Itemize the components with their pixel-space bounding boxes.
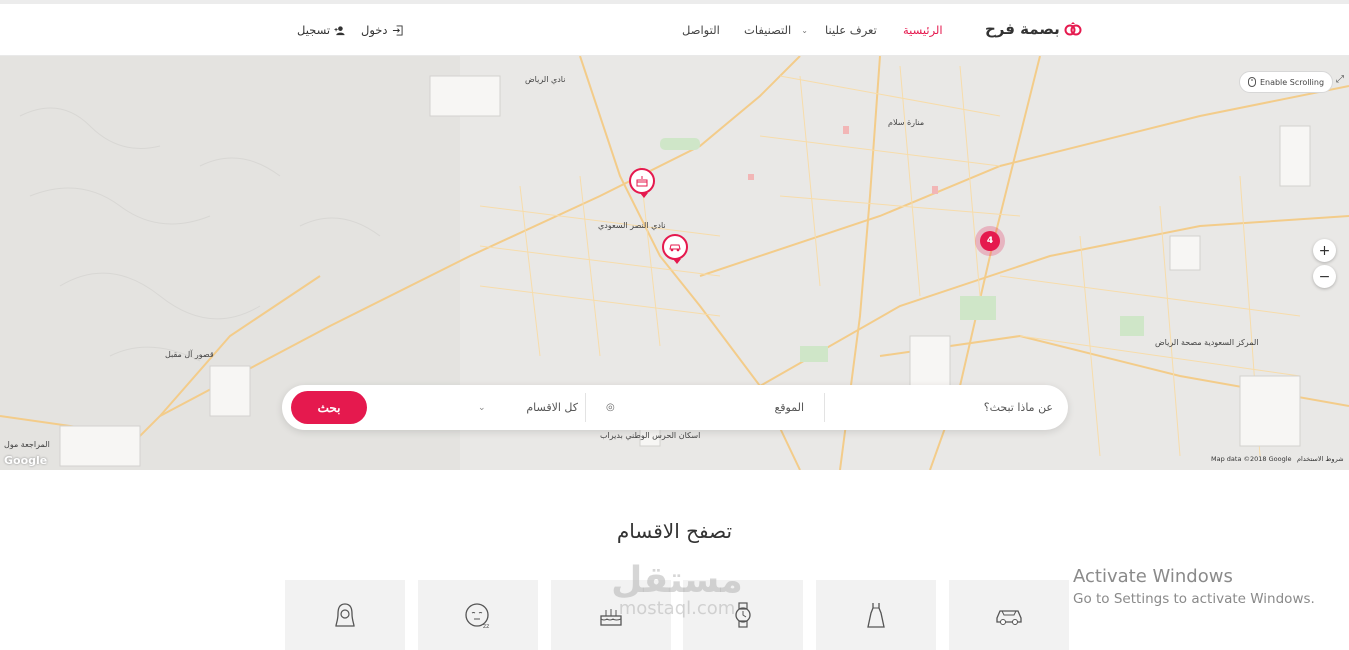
activate-windows-notice: Activate Windows Go to Settings to activ…: [1073, 567, 1315, 611]
map-label-qusur: قصور آل مقبل: [165, 350, 214, 359]
map-data-attribution: Map data ©2018 Google: [1211, 455, 1292, 463]
search-query-placeholder: عن ماذا تبحث؟: [983, 401, 1053, 414]
login-link[interactable]: دخول: [361, 23, 403, 37]
cake-pin-icon: [636, 176, 648, 187]
mouse-icon: [1247, 77, 1256, 87]
map-label-nasr-club: نادي النصر السعودي: [598, 221, 666, 230]
car-icon: [996, 610, 1022, 625]
divider: [585, 393, 586, 422]
map-label-saudi-center: المركز السعودية مصحة الرياض: [1155, 338, 1259, 347]
woman-icon: [335, 603, 355, 627]
enable-scrolling-label: Enable Scrolling: [1259, 77, 1325, 87]
nav-home[interactable]: الرئيسية: [903, 23, 943, 37]
activate-subtitle: Go to Settings to activate Windows.: [1073, 591, 1315, 607]
zoom-out-button[interactable]: −: [1313, 265, 1336, 288]
register-label: تسجيل: [297, 23, 331, 37]
chevron-down-icon: ⌄: [801, 25, 808, 35]
zoom-in-button[interactable]: +: [1313, 239, 1336, 262]
login-icon: [392, 24, 403, 36]
target-icon: ◎: [606, 402, 615, 413]
map-cluster[interactable]: 4: [975, 226, 1005, 256]
category-card-relax[interactable]: zz: [418, 580, 538, 650]
login-label: دخول: [361, 23, 388, 37]
category-select[interactable]: كل الاقسام ⌄: [478, 385, 578, 430]
cake-icon: [600, 609, 622, 626]
search-button[interactable]: بحث: [291, 391, 367, 424]
nav-categories[interactable]: ⌄ التصنيفات: [744, 23, 808, 37]
rings-logo-icon: [1064, 22, 1082, 36]
category-card-dresses[interactable]: [816, 580, 936, 650]
category-card-women[interactable]: [285, 580, 405, 650]
search-query-field[interactable]: عن ماذا تبحث؟: [827, 385, 1053, 430]
activate-title: Activate Windows: [1073, 566, 1233, 587]
google-logo: Google: [4, 454, 48, 467]
sleep-face-icon: zz: [465, 603, 489, 630]
logo-text: بصمة فرح: [985, 20, 1060, 38]
enable-scrolling-button[interactable]: Enable Scrolling: [1239, 71, 1333, 93]
divider: [824, 393, 825, 422]
svg-text:zz: zz: [483, 623, 489, 630]
map-label-riyadh-club: نادي الرياض: [525, 75, 566, 84]
nav-about[interactable]: تعرف علينا: [825, 23, 877, 37]
search-bar: عن ماذا تبحث؟ الموقع ◎ كل الاقسام ⌄ بحث: [282, 385, 1068, 430]
site-logo[interactable]: بصمة فرح: [985, 20, 1082, 38]
location-field[interactable]: الموقع ◎: [602, 385, 812, 430]
map-label-muraja: المراجعة مول: [4, 440, 50, 449]
location-placeholder: الموقع: [774, 401, 804, 414]
car-pin-icon: [669, 244, 681, 252]
nav-categories-label: التصنيفات: [744, 23, 792, 37]
map-terms-link[interactable]: شروط الاستخدام: [1297, 455, 1344, 463]
user-plus-icon: [334, 25, 345, 35]
nav-contact[interactable]: التواصل: [682, 23, 720, 37]
map-label-manarat: منارة سلام: [888, 118, 925, 127]
register-link[interactable]: تسجيل: [297, 23, 345, 37]
watch-icon: [735, 602, 751, 628]
category-card-cakes[interactable]: [551, 580, 671, 650]
map-pin-cake[interactable]: [629, 168, 655, 198]
map-pin-car[interactable]: [662, 234, 688, 264]
fullscreen-icon[interactable]: ⤢: [1336, 74, 1344, 85]
category-card-watches[interactable]: [683, 580, 803, 650]
category-card-cars[interactable]: [949, 580, 1069, 650]
categories-title: تصفح الاقسام: [616, 519, 733, 543]
dress-icon: [867, 603, 885, 628]
cluster-count: 4: [980, 231, 1000, 251]
site-header: بصمة فرح الرئيسية تعرف علينا ⌄ التصنيفات…: [0, 4, 1349, 56]
chevron-down-icon: ⌄: [478, 402, 486, 413]
map-label-housing: اسكان الحرس الوطني بديراب: [600, 431, 701, 440]
category-value: كل الاقسام: [526, 401, 578, 414]
